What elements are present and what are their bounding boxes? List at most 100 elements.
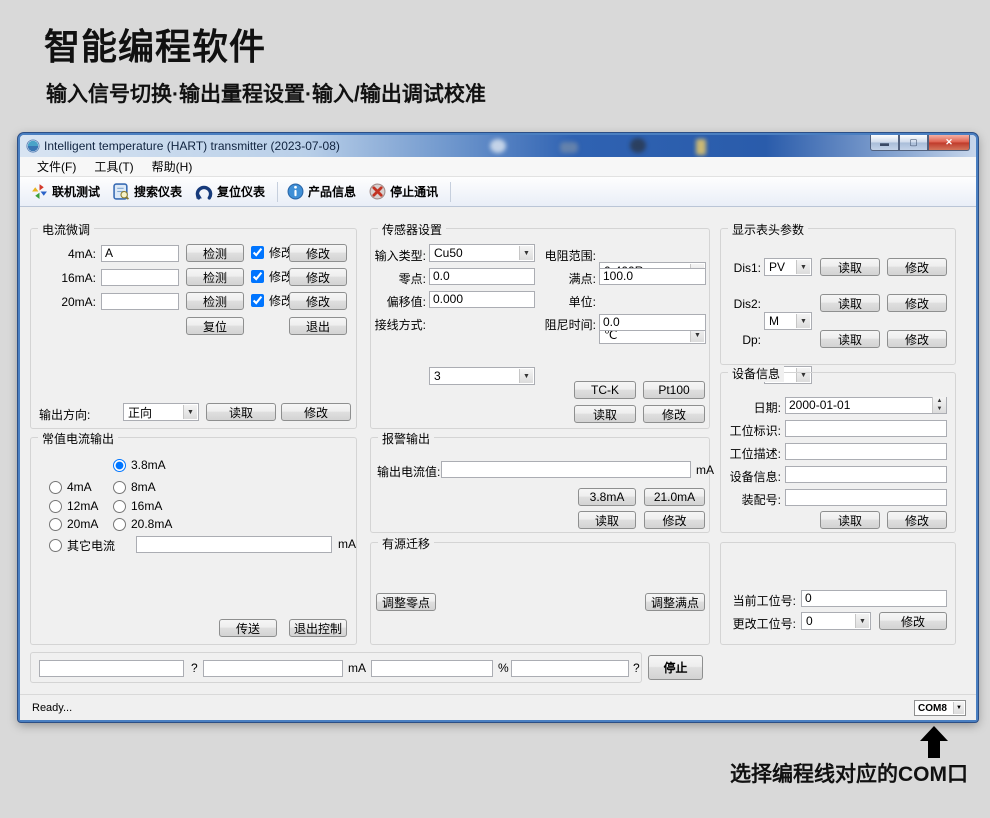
alarm-output-title: 报警输出 (378, 430, 434, 447)
date-spinner[interactable]: ▲▼ (932, 397, 946, 413)
dp-modify-button[interactable]: 修改 (887, 330, 947, 348)
dis2-modify-button[interactable]: 修改 (887, 294, 947, 312)
adjust-zero-button[interactable]: 调整零点 (376, 593, 436, 611)
trim-4ma-modify-button[interactable]: 修改 (289, 244, 347, 262)
sensor-modify-button[interactable]: 修改 (643, 405, 705, 423)
trim-exit-button[interactable]: 退出 (289, 317, 347, 335)
alarm-high-button[interactable]: 21.0mA (644, 488, 705, 506)
spinner-down-icon[interactable]: ▼ (933, 405, 946, 413)
cc-3p8ma-radio[interactable] (113, 459, 126, 472)
monitor-sep-q2: ? (633, 661, 640, 675)
device-desc-input[interactable] (785, 466, 947, 483)
trim-16ma-input[interactable] (101, 269, 179, 286)
monitor-row-box: ? mA % ? (30, 652, 642, 683)
spinner-up-icon[interactable]: ▲ (933, 397, 946, 405)
device-modify-button[interactable]: 修改 (887, 511, 947, 529)
dp-read-button[interactable]: 读取 (820, 330, 880, 348)
cc-20p8ma-radio[interactable] (113, 518, 126, 531)
dis1-label: Dis1: (726, 261, 761, 275)
assembly-no-input[interactable] (785, 489, 947, 506)
output-direction-select[interactable]: 正向 ▼ (123, 403, 199, 421)
minimize-button[interactable]: ▬ (870, 135, 899, 151)
status-text: Ready... (32, 702, 72, 714)
trim-4ma-detect-button[interactable]: 检测 (186, 244, 244, 262)
alarm-low-button[interactable]: 3.8mA (578, 488, 636, 506)
trim-16ma-detect-button[interactable]: 检测 (186, 268, 244, 286)
trim-20ma-modify-button[interactable]: 修改 (289, 292, 347, 310)
damping-input[interactable] (599, 314, 706, 331)
cc-12ma-radio[interactable] (49, 500, 62, 513)
cc-send-button[interactable]: 传送 (219, 619, 277, 637)
pt100-button[interactable]: Pt100 (643, 381, 705, 399)
monitor-field-4[interactable] (511, 660, 629, 677)
trim-16ma-modify-button[interactable]: 修改 (289, 268, 347, 286)
alarm-read-button[interactable]: 读取 (578, 511, 636, 529)
input-type-select[interactable]: Cu50 ▼ (429, 244, 535, 262)
monitor-field-1[interactable] (39, 660, 184, 677)
maximize-button[interactable]: ▢ (899, 135, 928, 151)
cc-other-input[interactable] (136, 536, 332, 553)
cc-exit-control-button[interactable]: 退出控制 (289, 619, 347, 637)
current-station-input[interactable] (801, 590, 947, 607)
title-bar[interactable]: Intelligent temperature (HART) transmitt… (20, 135, 976, 157)
offset-label: 偏移值: (371, 293, 426, 310)
stop-comm-button[interactable]: 停止通讯 (364, 180, 446, 203)
device-read-button[interactable]: 读取 (820, 511, 880, 529)
station-id-input[interactable] (785, 420, 947, 437)
menu-tools[interactable]: 工具(T) (85, 156, 142, 177)
dis1-read-button[interactable]: 读取 (820, 258, 880, 276)
change-station-modify-button[interactable]: 修改 (879, 612, 947, 630)
dis1-select[interactable]: PV ▼ (764, 258, 812, 276)
dis1-modify-button[interactable]: 修改 (887, 258, 947, 276)
trim-20ma-label: 20mA: (36, 295, 96, 309)
wiring-select[interactable]: 3 ▼ (429, 367, 535, 385)
menu-help[interactable]: 帮助(H) (143, 156, 202, 177)
trim-16ma-label: 16mA: (36, 271, 96, 285)
online-test-button[interactable]: 联机测试 (26, 180, 108, 203)
alarm-modify-button[interactable]: 修改 (644, 511, 705, 529)
trim-16ma-allow-checkbox[interactable] (251, 270, 264, 283)
cc-16ma-radio[interactable] (113, 500, 126, 513)
output-direction-modify-button[interactable]: 修改 (281, 403, 351, 421)
online-test-label: 联机测试 (52, 183, 100, 200)
zero-input[interactable] (429, 268, 535, 285)
toolbar-separator (277, 182, 278, 202)
wiring-label: 接线方式: (371, 316, 426, 333)
change-station-select[interactable]: 0 ▼ (801, 612, 871, 630)
cc-8ma-radio[interactable] (113, 481, 126, 494)
change-station-value: 0 (806, 614, 813, 628)
sensor-read-button[interactable]: 读取 (574, 405, 636, 423)
trim-20ma-detect-button[interactable]: 检测 (186, 292, 244, 310)
close-button[interactable]: ✕ (928, 135, 970, 151)
cc-20ma-radio[interactable] (49, 518, 62, 531)
alarm-current-input[interactable] (441, 461, 691, 478)
trim-20ma-input[interactable] (101, 293, 179, 310)
menu-file[interactable]: 文件(F) (28, 156, 85, 177)
dp-label: Dp: (726, 333, 761, 347)
output-direction-read-button[interactable]: 读取 (206, 403, 276, 421)
date-input[interactable] (785, 397, 947, 414)
display-params-title: 显示表头参数 (728, 221, 808, 238)
monitor-field-3[interactable] (371, 660, 493, 677)
sync-arrows-icon (31, 183, 48, 200)
dis2-read-button[interactable]: 读取 (820, 294, 880, 312)
trim-20ma-allow-checkbox[interactable] (251, 294, 264, 307)
search-meter-button[interactable]: 搜索仪表 (108, 180, 190, 203)
trim-4ma-input[interactable] (101, 245, 179, 262)
adjust-full-button[interactable]: 调整满点 (645, 593, 705, 611)
trim-4ma-allow-checkbox[interactable] (251, 246, 264, 259)
monitor-field-2[interactable] (203, 660, 343, 677)
dis2-select[interactable]: M ▼ (764, 312, 812, 330)
aero-blur-blob (560, 142, 578, 153)
com-port-select[interactable]: COM8 ▼ (914, 700, 966, 716)
offset-input[interactable] (429, 291, 535, 308)
reset-meter-button[interactable]: 复位仪表 (190, 180, 273, 203)
cc-other-radio[interactable] (49, 539, 62, 552)
stop-button[interactable]: 停止 (648, 655, 703, 680)
product-info-button[interactable]: 产品信息 (282, 180, 364, 203)
station-desc-input[interactable] (785, 443, 947, 460)
cc-4ma-radio[interactable] (49, 481, 62, 494)
full-input[interactable] (599, 268, 706, 285)
tck-button[interactable]: TC-K (574, 381, 636, 399)
trim-reset-button[interactable]: 复位 (186, 317, 244, 335)
